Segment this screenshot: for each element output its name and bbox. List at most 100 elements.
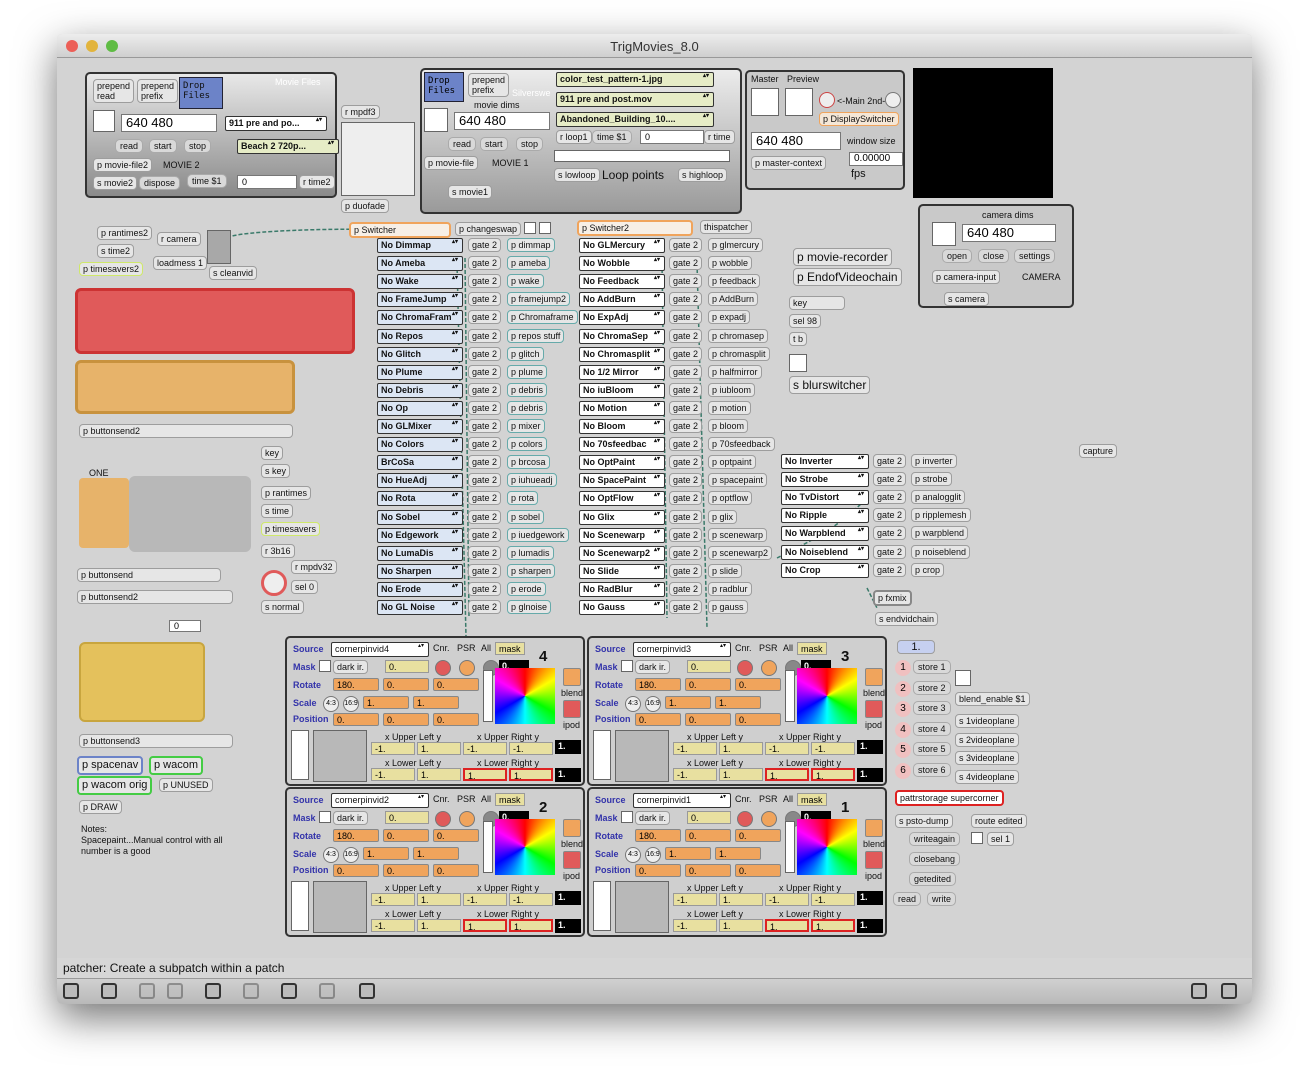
xy-pad[interactable] (313, 730, 367, 782)
ur-y[interactable]: -1. (509, 893, 553, 906)
blend-enable[interactable]: blend_enable $1 (955, 692, 1030, 706)
preset-number[interactable]: 1. (897, 640, 935, 654)
ul-out[interactable]: 1. (857, 891, 883, 905)
effect-menu[interactable]: No Edgework (377, 527, 463, 543)
effect-patch[interactable]: p mixer (507, 419, 545, 433)
scleanvid[interactable]: s cleanvid (209, 266, 258, 280)
settings-button[interactable]: settings (1014, 249, 1056, 263)
ll-y[interactable]: 1. (719, 919, 763, 932)
time-number[interactable]: 0 (237, 175, 297, 189)
wacom-orig[interactable]: p wacom orig (77, 776, 153, 795)
pos-x[interactable]: 0. (333, 864, 379, 877)
source-menu[interactable]: cornerpinvid2 (331, 793, 429, 808)
scale-y[interactable]: 1. (413, 696, 459, 709)
info-icon[interactable] (243, 983, 259, 999)
color-picker[interactable] (797, 668, 857, 724)
cnr-bang[interactable] (435, 660, 451, 676)
timer-icon[interactable] (359, 983, 375, 999)
scale-x[interactable]: 1. (363, 696, 409, 709)
store-number[interactable]: 1 (895, 660, 911, 676)
effect-patch[interactable]: p erode (507, 581, 546, 596)
endof-videochain[interactable]: p EndofVideochain (793, 268, 902, 286)
lr-x[interactable]: 1. (765, 768, 809, 781)
gate[interactable]: gate 2 (468, 600, 502, 614)
smovie1[interactable]: s movie1 (448, 185, 493, 199)
effect-patch[interactable]: p Chromaframe (507, 310, 578, 325)
new-object-icon[interactable] (139, 983, 155, 999)
wacom[interactable]: p wacom (149, 756, 204, 775)
ul-y[interactable]: 1. (719, 893, 763, 906)
read-msg[interactable]: read (893, 892, 922, 906)
ipod-swatch[interactable] (865, 700, 883, 718)
write-msg[interactable]: write (927, 892, 957, 906)
color-picker[interactable] (495, 819, 555, 875)
prantimes[interactable]: p rantimes (261, 486, 312, 500)
menu-b[interactable]: 911 pre and post.mov (556, 92, 714, 107)
main-toggle[interactable] (819, 92, 835, 108)
effect-patch[interactable]: p sobel (507, 509, 545, 524)
movie2-menu-b[interactable]: Beach 2 720p... (237, 139, 339, 154)
ur-y[interactable]: -1. (811, 742, 855, 755)
ul-y[interactable]: 1. (417, 893, 461, 906)
effect-patch[interactable]: p motion (708, 400, 751, 415)
switcher2[interactable]: p Switcher2 (577, 220, 693, 236)
ratio-169[interactable]: 16:9 (343, 847, 359, 863)
effect-patch[interactable]: p ripplemesh (911, 508, 971, 523)
pos-x[interactable]: 0. (333, 713, 379, 726)
gate[interactable]: gate 2 (873, 508, 907, 523)
dark-ir[interactable]: dark ir. (333, 660, 369, 674)
second-toggle[interactable] (885, 92, 901, 108)
rotate-val[interactable]: 180. (333, 678, 379, 691)
gate[interactable]: gate 2 (669, 437, 703, 452)
psr-bang[interactable] (459, 811, 475, 827)
prepend-read[interactable]: prepend read (93, 79, 135, 103)
lr-y[interactable]: 1. (811, 768, 855, 781)
dark-ir[interactable]: dark ir. (333, 811, 369, 825)
pos-z[interactable]: 0. (433, 864, 479, 877)
effect-patch[interactable]: p bloom (708, 419, 749, 433)
drop-files-1[interactable]: Drop Files (424, 72, 464, 102)
effect-patch[interactable]: p wobble (708, 256, 753, 271)
effect-patch[interactable]: p chromasplit (708, 346, 770, 361)
gate[interactable]: gate 2 (468, 256, 502, 271)
effect-menu[interactable]: No Warpblend (781, 526, 869, 542)
gate[interactable]: gate 2 (468, 274, 502, 289)
patch-canvas[interactable]: prepend read prepend prefix Drop Files M… (57, 58, 1252, 958)
presentation-icon[interactable] (101, 983, 117, 999)
effect-menu[interactable]: No RadBlur (579, 581, 665, 597)
lr-out[interactable]: 1. (555, 768, 581, 782)
lr-out[interactable]: 1. (857, 919, 883, 933)
lr-x[interactable]: 1. (463, 919, 507, 932)
effect-menu[interactable]: No ChromaSep (579, 328, 665, 344)
gate[interactable]: gate 2 (669, 527, 703, 542)
effect-menu[interactable]: No Crop (781, 562, 869, 578)
store-number[interactable]: 3 (895, 701, 911, 717)
effect-menu[interactable]: No Scenewarp2 (579, 545, 665, 561)
lr-out[interactable]: 1. (555, 919, 581, 933)
gate[interactable]: gate 2 (468, 563, 502, 578)
effect-patch[interactable]: p feedback (708, 274, 761, 289)
mask-toggle[interactable] (621, 811, 633, 823)
gate[interactable]: gate 2 (468, 238, 502, 252)
ll-y[interactable]: 1. (417, 919, 461, 932)
gate[interactable]: gate 2 (873, 526, 907, 541)
gate[interactable]: gate 2 (873, 490, 907, 505)
read-button-1[interactable]: read (448, 137, 477, 151)
source-menu[interactable]: cornerpinvid3 (633, 642, 731, 657)
effect-patch[interactable]: p scenewarp (708, 527, 768, 542)
gate[interactable]: gate 2 (669, 419, 703, 433)
pattrstorage[interactable]: pattrstorage supercorner (895, 790, 1004, 806)
ul-x[interactable]: -1. (673, 893, 717, 906)
ul-out[interactable]: 1. (555, 891, 581, 905)
effect-patch[interactable]: p glmercury (708, 238, 764, 252)
prepend-prefix[interactable]: prepend prefix (137, 79, 179, 103)
effect-menu[interactable]: No Chromasplit (579, 346, 665, 362)
gate[interactable]: gate 2 (873, 472, 907, 487)
store-button[interactable]: store 1 (913, 660, 951, 674)
blend-swatch[interactable] (563, 668, 581, 686)
mask-value[interactable]: 0. (385, 811, 429, 824)
menu-a[interactable]: color_test_pattern-1.jpg (556, 72, 714, 87)
gate[interactable]: gate 2 (468, 419, 502, 433)
gate[interactable]: gate 2 (669, 310, 703, 325)
xy-pad[interactable] (615, 730, 669, 782)
